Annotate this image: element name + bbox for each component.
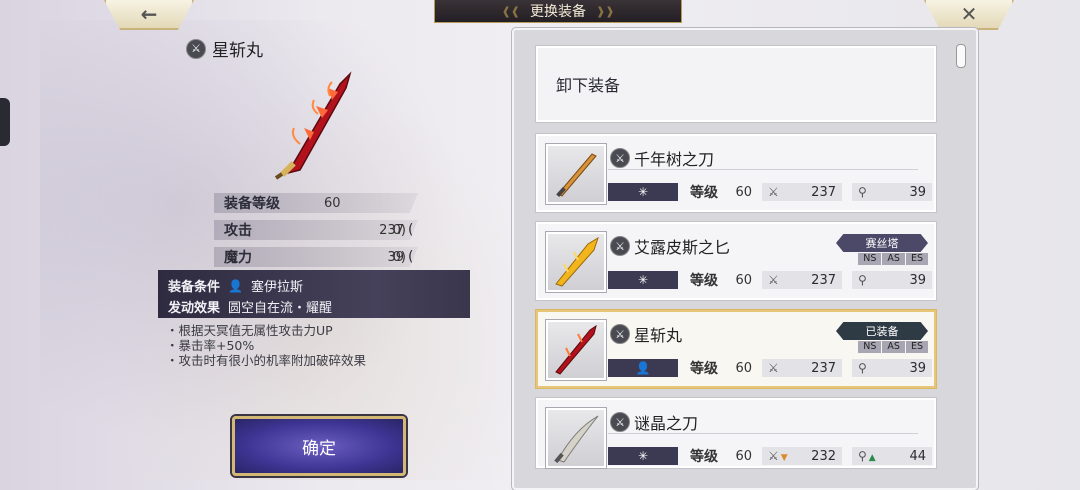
sword-type-icon: ⚔: [186, 38, 206, 59]
close-icon: ✕: [960, 2, 978, 26]
selected-weapon-image: [274, 71, 352, 180]
close-button[interactable]: ✕: [924, 0, 1014, 30]
decrease-arrow-icon: ▼: [780, 453, 788, 463]
increase-arrow-icon: ▲: [868, 453, 876, 463]
divider: [608, 433, 918, 434]
weapon-thumbnail: [546, 408, 606, 468]
confirm-button[interactable]: 确定: [232, 416, 406, 476]
equipment-card[interactable]: ⚔ 艾露皮斯之匕 赛丝塔 NS AS ES ✳ 等级 60 ⚔ 237 ⚲ 39: [536, 222, 936, 300]
title-ornament-right-icon: ❱❱: [596, 4, 615, 18]
magic-stat: ⚲ 39: [852, 271, 932, 289]
owner-tag: 赛丝塔: [836, 234, 928, 252]
equipment-card[interactable]: ⚔ 千年树之刀 ✳ 等级 60 ⚔ 237 ⚲ 39: [536, 134, 936, 212]
magic-stat: ⚲ 39: [852, 359, 932, 377]
list-scrollbar[interactable]: [956, 44, 966, 68]
attack-stat: ⚔ 237: [762, 359, 842, 377]
equipment-card[interactable]: ⚔ 谜晶之刀 ✳ 等级 60 ⚔ ▼ 232 ⚲ ▲ 44: [536, 398, 936, 468]
sword-type-icon: ⚔: [610, 148, 630, 168]
card-title: ⚔ 谜晶之刀: [610, 410, 698, 434]
wand-stat-icon: ⚲: [858, 361, 867, 375]
weapon-thumbnail: [546, 320, 606, 380]
effect-item: ・暴击率+50%: [166, 338, 255, 353]
attack-stat: ⚔ 237: [762, 271, 842, 289]
card-stats: ✳ 等级 60 ⚔ 237 ⚲ 39: [608, 182, 932, 202]
stat-attack-row: 攻击 237 ( 0): [214, 220, 418, 240]
magic-stat: ⚲ 39: [852, 183, 932, 201]
stat-magic-row: 魔力 39 ( 0): [214, 247, 418, 267]
wand-stat-icon: ⚲: [858, 273, 867, 287]
attack-stat: ⚔ ▼ 232: [762, 447, 842, 465]
side-handle: [0, 98, 10, 146]
stat-level-row: 装备等级 60: [214, 193, 418, 213]
card-stats: ✳ 等级 60 ⚔ 237 ⚲ 39: [608, 270, 932, 290]
attack-bonus-value: 0): [392, 222, 406, 238]
element-icon: ✳: [608, 183, 678, 201]
sword-stat-icon: ⚔: [768, 185, 779, 199]
equip-condition-panel: 装备条件 👤 塞伊拉斯 发动效果 圆空自在流・耀醒: [158, 270, 470, 318]
equipment-card-selected[interactable]: ⚔ 星斩丸 已装备 NS AS ES 👤 等级 60 ⚔ 237 ⚲ 39: [536, 310, 936, 388]
card-stats: ✳ 等级 60 ⚔ ▼ 232 ⚲ ▲ 44: [608, 446, 932, 466]
person-icon: 👤: [608, 359, 678, 377]
attack-stat: ⚔ 237: [762, 183, 842, 201]
sword-type-icon: ⚔: [610, 324, 630, 344]
sword-stat-icon: ⚔: [768, 273, 779, 287]
element-icon: ✳: [608, 271, 678, 289]
sword-type-icon: ⚔: [610, 236, 630, 256]
magic-bonus-value: 0): [392, 249, 406, 265]
card-stats: 👤 等级 60 ⚔ 237 ⚲ 39: [608, 358, 932, 378]
class-flags: NS AS ES: [858, 253, 928, 265]
sword-stat-icon: ⚔ ▼: [768, 449, 788, 463]
divider: [608, 169, 918, 170]
selected-weapon-title: ⚔ 星斩丸: [186, 36, 263, 61]
effect-item: ・根据天冥值无属性攻击力UP: [166, 323, 333, 338]
effect-description-list: ・根据天冥值无属性攻击力UP ・暴击率+50% ・攻击时有很小的机率附加破碎效果: [166, 323, 366, 368]
screen-title: ❰❰ 更换装备 ❱❱: [434, 0, 682, 23]
wand-stat-icon: ⚲ ▲: [858, 449, 876, 463]
title-ornament-left-icon: ❰❰: [501, 4, 520, 18]
card-title: ⚔ 星斩丸: [610, 322, 682, 346]
class-flags: NS AS ES: [858, 341, 928, 353]
back-arrow-icon: ←: [140, 2, 158, 26]
effect-line: 发动效果 圆空自在流・耀醒: [168, 301, 333, 316]
card-title: ⚔ 千年树之刀: [610, 146, 714, 170]
magic-stat: ⚲ ▲ 44: [852, 447, 932, 465]
element-icon: ✳: [608, 447, 678, 465]
wand-stat-icon: ⚲: [858, 185, 867, 199]
weapon-thumbnail: [546, 232, 606, 292]
person-icon: 👤: [228, 278, 243, 293]
equipped-tag: 已装备: [836, 322, 928, 340]
effect-item: ・攻击时有很小的机率附加破碎效果: [166, 353, 367, 368]
weapon-thumbnail: [546, 144, 606, 204]
condition-line: 装备条件 👤 塞伊拉斯: [168, 278, 303, 296]
sword-type-icon: ⚔: [610, 412, 630, 432]
unequip-button[interactable]: 卸下装备: [536, 46, 936, 122]
sword-stat-icon: ⚔: [768, 361, 779, 375]
card-title: ⚔ 艾露皮斯之匕: [610, 234, 730, 258]
